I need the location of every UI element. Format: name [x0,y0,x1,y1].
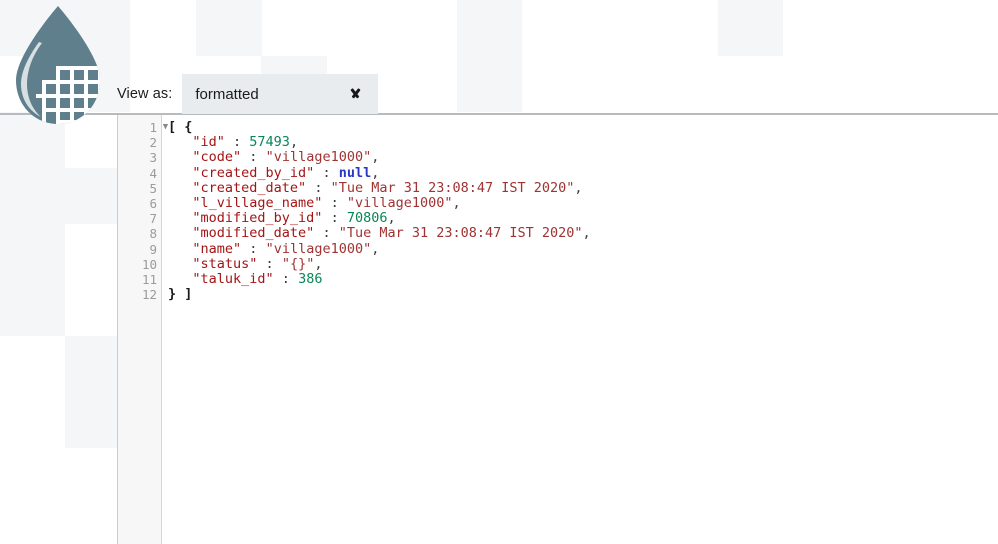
background-tile [718,0,783,56]
token-colon: , [371,164,380,181]
token-colon: : [224,134,250,151]
token-colon: : [322,194,347,211]
token-string: "{}" [281,255,315,272]
code-line: "id" : 57493, [168,135,998,150]
view-as-selected-value: formatted [195,85,259,103]
token-colon: : [314,164,339,181]
token-colon: : [273,270,299,287]
code-line: "taluk_id" : 386 [168,270,998,287]
view-as-select[interactable]: formatted [182,74,379,114]
line-number: 12 [141,287,157,303]
token-string: "Tue Mar 31 23:08:47 IST 2020" [338,225,583,242]
token-key: "l_village_name" [192,194,323,211]
code-line: [ { [168,119,998,135]
line-number: 4 [149,165,157,181]
json-viewer: 1 ▼ 2 3 4 5 6 7 8 9 10 11 12 [ { "id" : 57493, "code… [0,113,998,544]
token-key: "modified_date" [192,225,315,242]
background-tile [457,0,522,56]
line-number: 5 [149,180,157,196]
token-colon: : [314,225,339,242]
token-colon: , [371,240,380,257]
token-colon: , [314,255,323,272]
token-colon: , [289,134,299,151]
code-line: "name" : "village1000", [168,240,998,257]
token-colon: , [371,149,380,166]
token-colon: : [306,179,331,196]
token-string: "Tue Mar 31 23:08:47 IST 2020" [330,179,575,196]
token-punct: } ] [168,286,193,303]
line-number: 6 [149,195,157,211]
token-punct: [ { [168,119,193,135]
code-line: "code" : "village1000", [168,150,998,165]
token-colon: : [257,255,282,272]
line-number: 7 [149,211,157,227]
code-line: "status" : "{}", [168,255,998,272]
token-key: "taluk_id" [192,270,274,287]
token-colon: , [582,225,591,242]
line-number: 11 [141,271,157,287]
token-string: "village1000" [265,149,372,166]
chevron-down-icon [348,89,364,99]
token-colon: , [387,210,396,227]
line-number: 9 [149,241,157,257]
line-number: 1 ▼ [149,120,169,135]
token-colon: : [241,149,266,166]
code-line: "created_by_id" : null, [168,164,998,181]
json-viewer-body: 1 ▼ 2 3 4 5 6 7 8 9 10 11 12 [ { "id" : 57493, "code… [117,115,998,544]
background-tile [457,56,522,112]
token-key: "created_date" [192,179,307,196]
token-colon: , [452,194,461,211]
line-number: 3 [149,150,157,166]
line-number: 8 [149,226,157,242]
token-key: "modified_by_id" [192,210,323,227]
token-number: 70806 [346,210,388,227]
line-number: 10 [141,256,157,272]
token-null: null [338,164,372,181]
token-string: "village1000" [346,194,453,211]
code-line: "modified_date" : "Tue Mar 31 23:08:47 I… [168,226,998,241]
line-number-gutter[interactable]: 1 ▼ 2 3 4 5 6 7 8 9 10 11 12 [118,115,169,544]
token-string: "village1000" [265,240,372,257]
token-number: 57493 [249,134,290,151]
token-colon: : [322,210,347,227]
token-key: "id" [192,134,225,151]
fold-toggle-icon[interactable]: ▼ [161,120,170,135]
token-colon: , [574,179,583,196]
token-key: "created_by_id" [192,164,315,181]
code-line: "created_date" : "Tue Mar 31 23:08:47 IS… [168,179,998,196]
code-line: "l_village_name" : "village1000", [168,194,998,211]
line-number: 2 [149,135,157,151]
view-as-toolbar: View as: formatted [0,74,379,114]
token-key: "status" [192,255,258,272]
code-line: "modified_by_id" : 70806, [168,211,998,226]
background-tile [196,0,262,56]
token-number: 386 [298,270,323,287]
token-key: "code" [192,149,242,166]
json-code-content[interactable]: [ { "id" : 57493, "code" : "village1000"… [162,115,998,544]
view-as-label: View as: [117,86,173,102]
token-key: "name" [192,240,242,257]
code-line: } ] [168,286,998,303]
token-colon: : [241,240,266,257]
